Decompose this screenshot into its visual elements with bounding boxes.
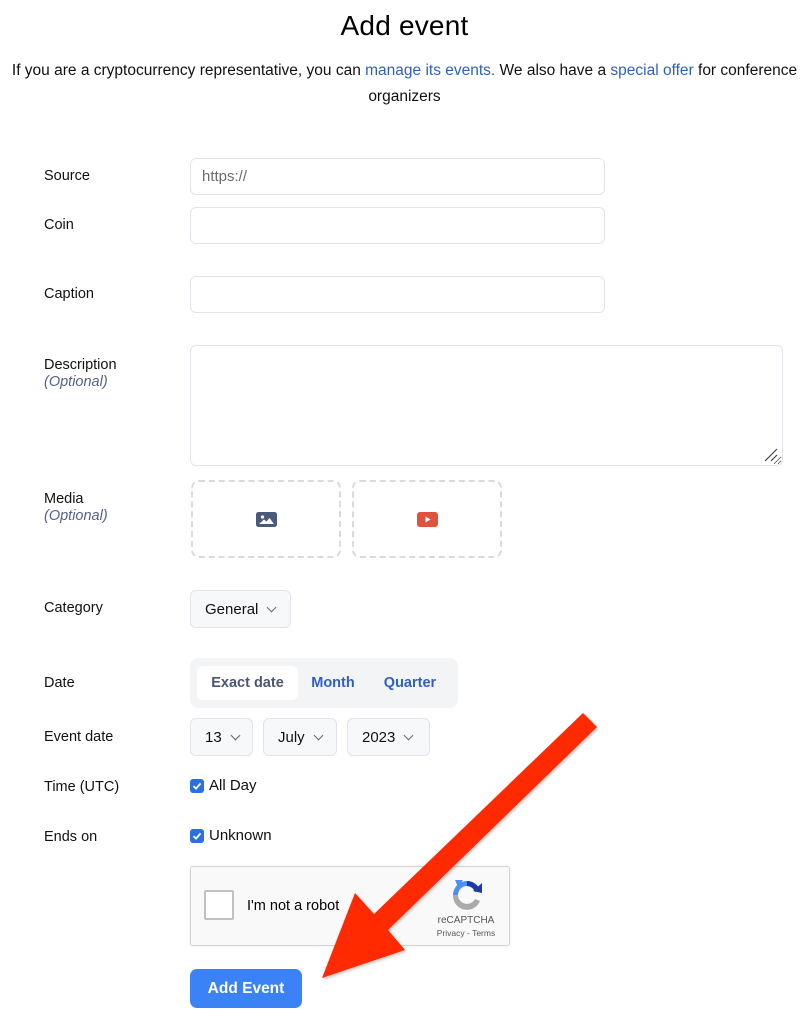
tab-quarter[interactable]: Quarter	[376, 666, 444, 700]
add-video-button[interactable]	[352, 480, 502, 558]
add-event-button[interactable]: Add Event	[190, 969, 302, 1008]
all-day-checkbox[interactable]	[190, 778, 204, 793]
intro-text-part: We also have a	[495, 62, 611, 79]
time-label: Time (UTC)	[44, 779, 120, 795]
recaptcha-brand: reCAPTCHA	[437, 915, 495, 926]
upload-image-button[interactable]	[191, 480, 341, 558]
category-value: General	[205, 600, 259, 618]
recaptcha-checkbox[interactable]	[204, 890, 234, 920]
caption-label: Caption	[44, 286, 94, 302]
tab-exact-date[interactable]: Exact date	[197, 666, 298, 700]
intro-text: If you are a cryptocurrency representati…	[10, 58, 799, 110]
resize-handle-icon[interactable]	[762, 446, 778, 462]
tab-month[interactable]: Month	[302, 666, 364, 700]
caption-input[interactable]	[190, 276, 605, 313]
date-type-toggle: Exact date Month Quarter	[190, 658, 458, 708]
image-icon	[255, 511, 277, 527]
recaptcha-links: Privacy - Terms	[423, 928, 509, 938]
recaptcha-logo-icon	[452, 880, 482, 910]
category-label: Category	[44, 600, 103, 616]
media-label: Media (Optional)	[44, 491, 108, 524]
manage-events-link[interactable]: manage its events.	[365, 62, 495, 79]
description-textarea[interactable]	[190, 345, 783, 466]
chevron-down-icon	[313, 730, 324, 740]
checkmark-icon	[192, 832, 202, 840]
optional-hint: (Optional)	[44, 508, 108, 524]
description-label-text: Description	[44, 357, 117, 373]
intro-text-part: If you are a cryptocurrency representati…	[11, 62, 366, 79]
checkmark-icon	[192, 782, 202, 790]
year-value: 2023	[362, 728, 396, 746]
date-label: Date	[44, 675, 75, 691]
description-label: Description (Optional)	[44, 357, 117, 390]
recaptcha-separator: -	[464, 928, 473, 938]
unknown-checkbox[interactable]	[190, 828, 204, 843]
all-day-label: All Day	[209, 777, 257, 794]
ends-on-label: Ends on	[44, 829, 98, 845]
optional-hint: (Optional)	[44, 374, 108, 390]
chevron-down-icon	[266, 602, 277, 612]
category-select[interactable]: General	[190, 590, 291, 628]
media-label-text: Media	[44, 491, 84, 507]
year-select[interactable]: 2023	[347, 718, 430, 756]
special-offer-link[interactable]: special offer	[610, 62, 693, 79]
month-value: July	[278, 728, 305, 746]
youtube-icon	[416, 511, 438, 527]
chevron-down-icon	[403, 730, 414, 740]
unknown-label: Unknown	[209, 827, 272, 844]
recaptcha-privacy-link[interactable]: Privacy	[437, 928, 465, 938]
coin-label: Coin	[44, 217, 74, 233]
page-title: Add event	[340, 10, 469, 41]
recaptcha-terms-link[interactable]: Terms	[472, 928, 495, 938]
chevron-down-icon	[230, 730, 241, 740]
source-label: Source	[44, 168, 90, 184]
unknown-option: Unknown	[190, 827, 272, 844]
month-select[interactable]: July	[263, 718, 337, 756]
all-day-option: All Day	[190, 777, 257, 794]
recaptcha-label: I'm not a robot	[247, 898, 340, 914]
day-value: 13	[205, 728, 222, 746]
day-select[interactable]: 13	[190, 718, 253, 756]
recaptcha-widget: I'm not a robot reCAPTCHA Privacy - Term…	[190, 866, 510, 946]
event-date-label: Event date	[44, 729, 114, 745]
coin-input[interactable]	[190, 207, 605, 244]
source-input[interactable]	[190, 158, 605, 195]
